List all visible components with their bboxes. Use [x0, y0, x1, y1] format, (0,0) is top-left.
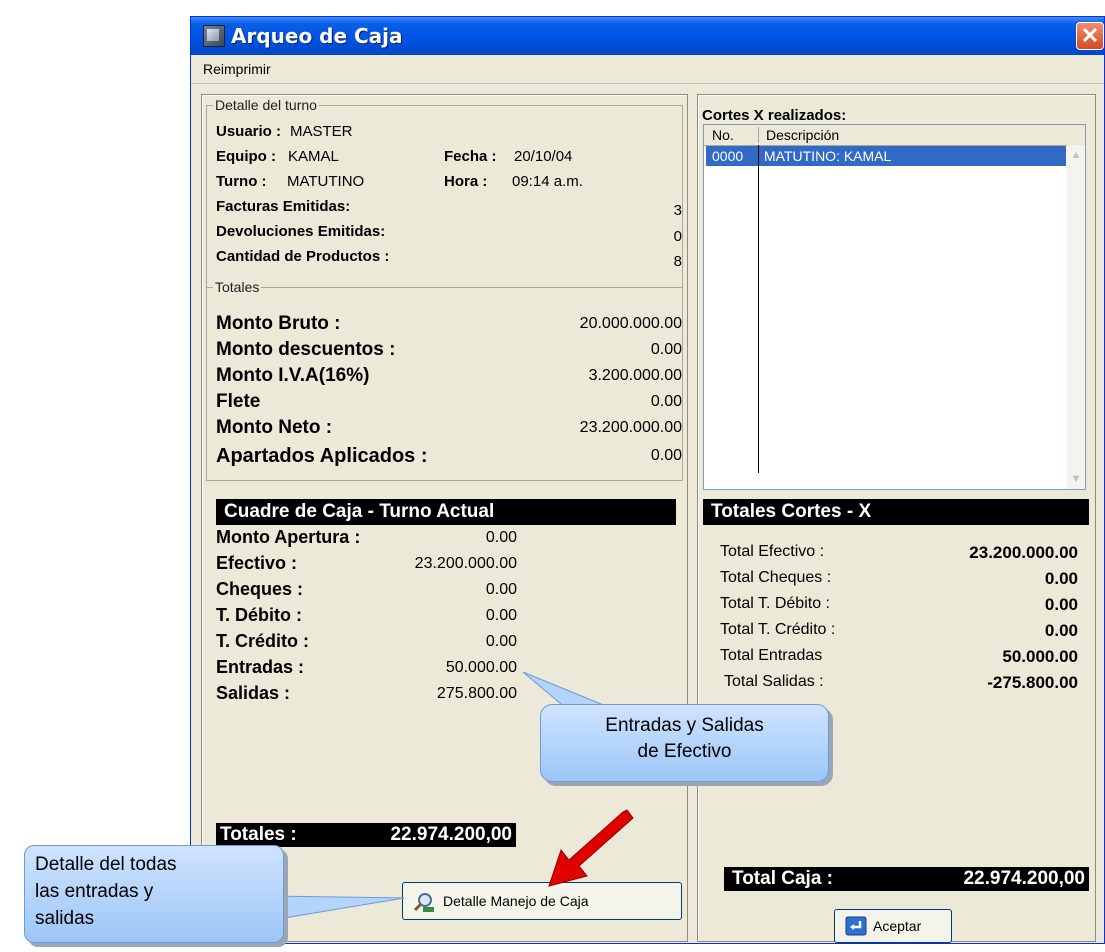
turno-label: Turno : — [216, 173, 267, 190]
callout-entradas-line2: de Efectivo — [637, 741, 732, 762]
cheques-value: 0.00 — [485, 581, 517, 598]
monto-neto-label: Monto Neto : — [216, 417, 333, 438]
cortes-title: Cortes X realizados: — [702, 107, 847, 124]
total-entradas-value: 50.000.00 — [1002, 647, 1078, 666]
flete-label: Flete — [216, 391, 261, 412]
totales-cortes-header: Totales Cortes - X — [703, 499, 1089, 525]
right-panel: Cortes X realizados: No. Descripción 000… — [697, 94, 1096, 943]
totales-bar-value: 22.974.200,00 — [390, 824, 512, 845]
tcredito-value: 0.00 — [485, 633, 517, 650]
total-caja-bar: Total Caja : 22.974.200,00 — [724, 867, 1089, 891]
ok-icon — [845, 916, 867, 939]
total-tcredito-label: Total T. Crédito : — [720, 621, 836, 638]
tdebito-label: T. Débito : — [216, 605, 302, 625]
cantidad-value: 8 — [673, 253, 682, 270]
monto-neto-value: 23.200.000.00 — [579, 419, 682, 436]
total-cheques-label: Total Cheques : — [720, 569, 832, 586]
detalle-group-label: Detalle del turno — [213, 97, 319, 113]
window-title: Arqueo de Caja — [231, 24, 403, 48]
column-divider — [758, 145, 759, 473]
cuadre-header: Cuadre de Caja - Turno Actual — [216, 499, 676, 525]
app-icon — [203, 25, 225, 47]
efectivo-value: 23.200.000.00 — [414, 555, 517, 572]
total-caja-label: Total Caja : — [732, 868, 833, 889]
cortes-list[interactable]: No. Descripción 0000 MATUTINO: KAMAL ▲ ▼ — [703, 124, 1086, 490]
monto-bruto-label: Monto Bruto : — [216, 313, 341, 334]
hora-label: Hora : — [444, 173, 488, 190]
cantidad-label: Cantidad de Productos : — [216, 248, 390, 265]
flete-value: 0.00 — [650, 393, 682, 410]
monto-iva-value: 3.200.000.00 — [588, 367, 682, 384]
close-button[interactable]: ✕ — [1076, 22, 1104, 50]
cortes-row-no: 0000 — [712, 148, 744, 164]
col-no-header[interactable]: No. — [712, 127, 734, 143]
facturas-label: Facturas Emitidas: — [216, 198, 351, 215]
devoluciones-label: Devoluciones Emitidas: — [216, 223, 386, 240]
total-tcredito-value: 0.00 — [1044, 621, 1078, 640]
totales-bar: Totales : 22.974.200,00 — [216, 823, 516, 847]
callout-detalle-line1: Detalle del todas — [35, 854, 177, 875]
apartados-value: 0.00 — [650, 447, 682, 464]
search-magnifier-icon — [413, 891, 435, 916]
cortes-row-desc: MATUTINO: KAMAL — [764, 148, 892, 164]
total-salidas-value: -275.800.00 — [987, 673, 1078, 692]
scroll-down-arrow-icon[interactable]: ▼ — [1068, 471, 1084, 487]
facturas-value: 3 — [673, 202, 682, 219]
entradas-label: Entradas : — [216, 657, 305, 677]
salidas-value: 275.800.00 — [436, 685, 517, 702]
apartados-label: Apartados Aplicados : — [216, 445, 428, 467]
efectivo-label: Efectivo : — [216, 553, 298, 573]
equipo-label: Equipo : — [216, 148, 276, 165]
aceptar-button[interactable]: Aceptar — [834, 909, 952, 943]
monto-apertura-label: Monto Apertura : — [216, 527, 361, 547]
tcredito-label: T. Crédito : — [216, 631, 309, 651]
callout-entradas-salidas: Entradas y Salidas de Efectivo — [540, 704, 829, 782]
tdebito-value: 0.00 — [485, 607, 517, 624]
equipo-value: KAMAL — [288, 148, 339, 165]
title-bar[interactable]: Arqueo de Caja ✕ — [191, 17, 1104, 55]
red-arrow — [548, 809, 634, 887]
cheques-label: Cheques : — [216, 579, 304, 599]
arqueo-window: Arqueo de Caja ✕ Reimprimir Detalle del … — [190, 16, 1105, 944]
fecha-value: 20/10/04 — [514, 148, 573, 165]
callout-detalle-line2: las entradas y — [35, 881, 154, 902]
col-desc-header[interactable]: Descripción — [766, 127, 839, 143]
total-tdebito-label: Total T. Débito : — [720, 595, 830, 612]
menu-item-reimprimir[interactable]: Reimprimir — [203, 61, 271, 77]
total-tdebito-value: 0.00 — [1044, 595, 1078, 614]
cortes-list-row[interactable]: 0000 MATUTINO: KAMAL — [706, 146, 1066, 166]
fecha-label: Fecha : — [444, 148, 497, 165]
total-salidas-label: Total Salidas : — [724, 673, 824, 690]
turno-value: MATUTINO — [287, 173, 365, 190]
hora-value: 09:14 a.m. — [512, 173, 583, 190]
usuario-label: Usuario : — [216, 123, 282, 140]
monto-descuentos-value: 0.00 — [650, 341, 682, 358]
devoluciones-value: 0 — [673, 228, 682, 245]
aceptar-label: Aceptar — [873, 918, 922, 934]
callout-detalle-pointer — [269, 895, 405, 921]
totales-bar-label: Totales : — [220, 824, 297, 845]
monto-apertura-value: 0.00 — [485, 529, 517, 546]
cortes-scrollbar[interactable]: ▲ ▼ — [1067, 145, 1085, 489]
cortes-list-header: No. Descripción — [704, 125, 1085, 146]
totales-group-label: Totales — [213, 279, 262, 295]
entradas-value: 50.000.00 — [445, 659, 517, 676]
monto-descuentos-label: Monto descuentos : — [216, 339, 396, 360]
callout-detalle-line3: salidas — [35, 908, 95, 929]
monto-iva-label: Monto I.V.A(16%) — [216, 365, 370, 386]
usuario-value: MASTER — [290, 123, 353, 140]
total-cheques-value: 0.00 — [1044, 569, 1078, 588]
salidas-label: Salidas : — [216, 683, 291, 703]
col-separator — [758, 127, 759, 143]
total-caja-value: 22.974.200,00 — [963, 868, 1085, 889]
total-efectivo-value: 23.200.000.00 — [969, 543, 1078, 562]
total-entradas-label: Total Entradas — [720, 647, 823, 664]
menu-bar: Reimprimir — [191, 55, 1104, 84]
callout-detalle: Detalle del todas las entradas y salidas — [24, 845, 284, 943]
detalle-manejo-caja-label: Detalle Manejo de Caja — [443, 893, 589, 909]
callout-entradas-line1: Entradas y Salidas — [605, 715, 764, 736]
monto-bruto-value: 20.000.000.00 — [579, 315, 682, 332]
total-efectivo-label: Total Efectivo : — [720, 543, 825, 560]
scroll-up-arrow-icon[interactable]: ▲ — [1068, 147, 1084, 163]
